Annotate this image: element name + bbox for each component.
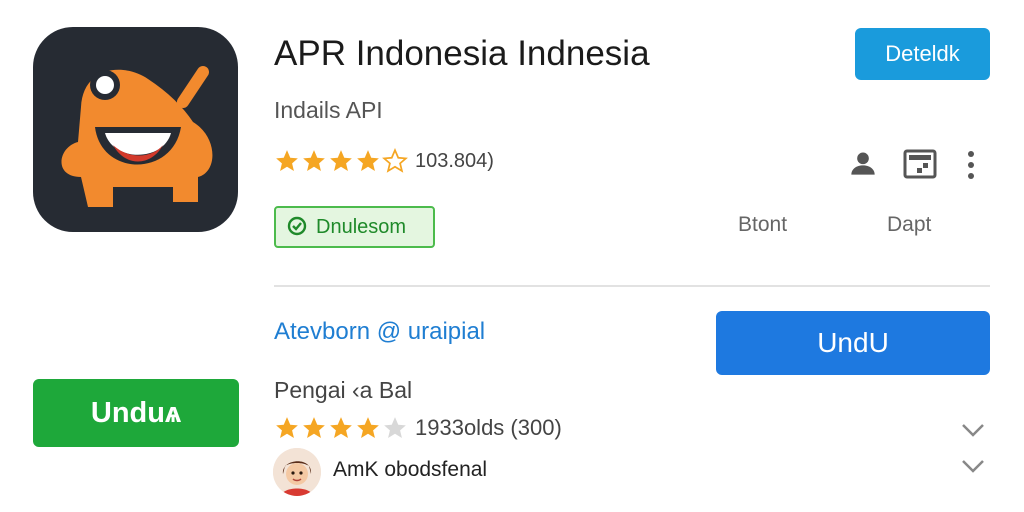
more-vert-icon[interactable] <box>960 146 982 184</box>
item-name: Pengai ‹a Bal <box>274 377 413 403</box>
star-icon <box>382 148 408 173</box>
star-icon <box>276 150 298 171</box>
star-icon <box>357 150 379 171</box>
avatar <box>273 448 321 496</box>
chevron-down-icon[interactable] <box>960 458 986 474</box>
status-badge[interactable]: Dnulesom <box>274 206 435 248</box>
badge-label: Dnulesom <box>316 215 407 238</box>
item-rating: 1933olds (300) <box>274 413 562 443</box>
tab-1[interactable]: Btont <box>738 213 787 237</box>
download-button-green[interactable]: Unduѧ <box>33 379 239 447</box>
star-rating <box>274 415 409 441</box>
developer-name: Indails API <box>274 97 383 123</box>
star-icon <box>303 417 325 438</box>
image-icon[interactable] <box>901 146 939 182</box>
app-rating: 103.804) <box>274 146 494 176</box>
rating-count: 103.804) <box>415 149 494 172</box>
star-icon <box>357 417 379 438</box>
rating-count: 1933olds (300) <box>415 415 562 440</box>
tab-2[interactable]: Dapt <box>887 213 931 237</box>
download-button[interactable]: UndU <box>716 311 990 375</box>
app-title: APR Indonesia Indnesia <box>274 34 650 73</box>
badge-icon <box>287 216 307 236</box>
section-link[interactable]: Atevborn @ uraipial <box>274 318 485 346</box>
star-icon <box>303 150 325 171</box>
app-icon <box>33 27 238 232</box>
star-icon <box>384 417 406 438</box>
star-icon <box>330 150 352 171</box>
reviewer-name: AmK obodsfenal <box>333 458 488 481</box>
detail-button[interactable]: Deteldk <box>855 28 990 80</box>
star-icon <box>276 417 298 438</box>
star-icon <box>330 417 352 438</box>
person-icon[interactable] <box>846 146 880 180</box>
chevron-down-icon[interactable] <box>960 422 986 438</box>
star-rating <box>274 148 409 174</box>
divider <box>274 285 990 287</box>
